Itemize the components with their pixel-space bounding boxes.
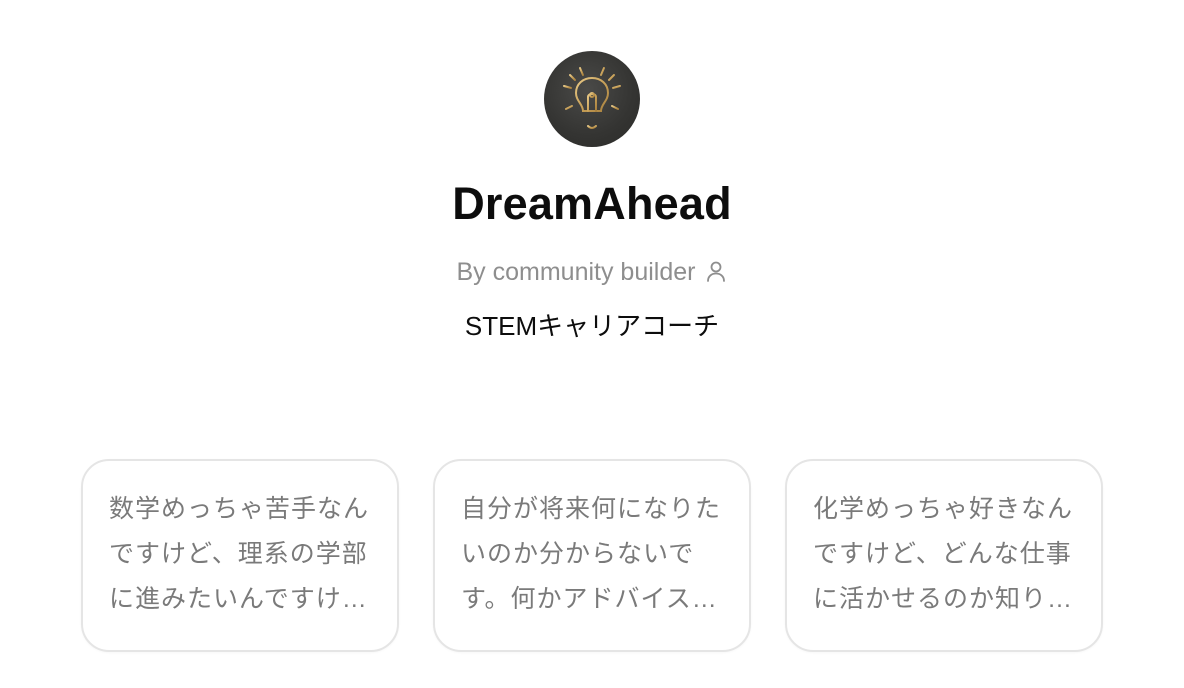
starter-text: 自分が将来何になりたいのか分からないです。何かアドバイスください [461,495,722,613]
lightbulb-icon [562,64,622,129]
gpt-avatar [544,51,640,147]
starter-card[interactable]: 自分が将来何になりたいのか分からないです。何かアドバイスください [433,459,751,652]
byline-text: By community builder [456,258,696,286]
gpt-byline: By community builder [0,256,1184,288]
conversation-starters: 数学めっちゃ苦手なんですけど、理系の学部に進みたいんですけど... 自分が将来何… [81,459,1103,652]
person-icon[interactable] [705,259,727,285]
gpt-description: STEMキャリアコーチ [464,311,720,341]
starter-card[interactable]: 化学めっちゃ好きなんですけど、どんな仕事に活かせるのか知りたいです [785,459,1103,652]
starter-text: 化学めっちゃ好きなんですけど、どんな仕事に活かせるのか知りたいです [813,495,1074,613]
starter-text: 数学めっちゃ苦手なんですけど、理系の学部に進みたいんですけど... [109,495,370,613]
gpt-title: DreamAhead [452,178,732,229]
starter-card[interactable]: 数学めっちゃ苦手なんですけど、理系の学部に進みたいんですけど... [81,459,399,652]
